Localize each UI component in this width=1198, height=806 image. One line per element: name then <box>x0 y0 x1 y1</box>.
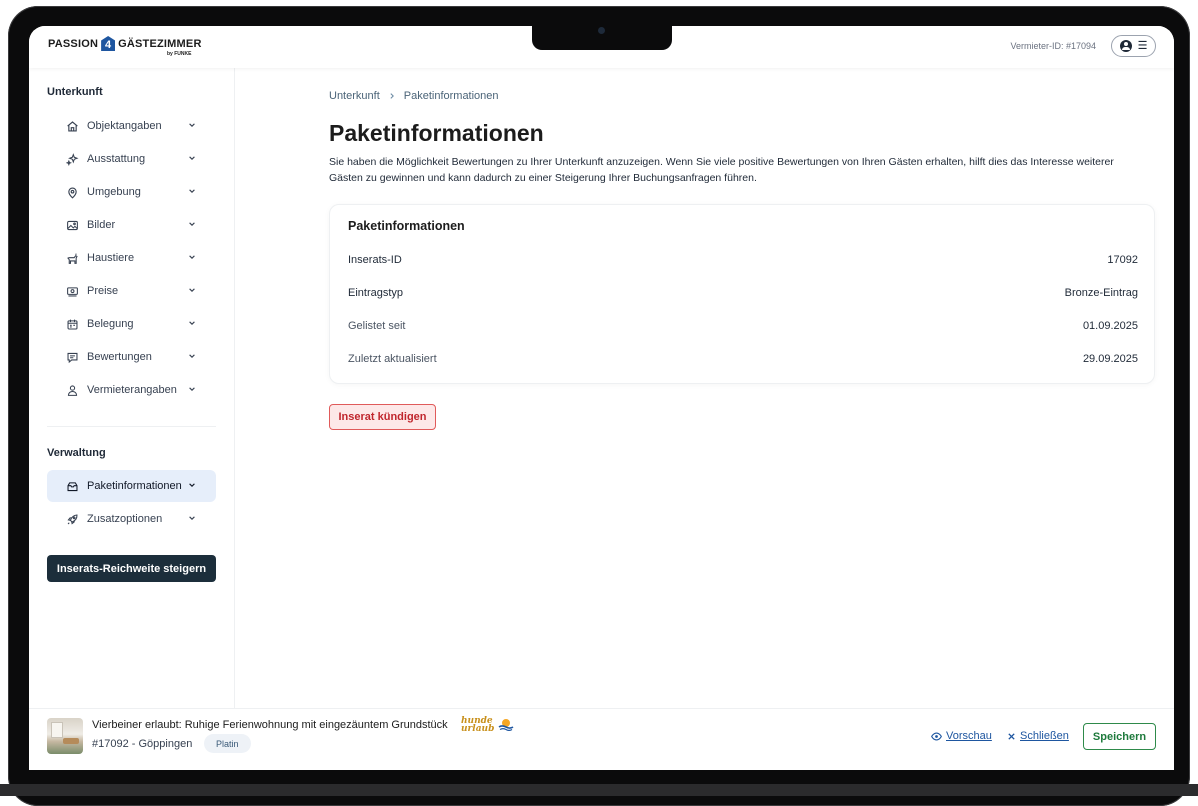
sidebar-item-vermieterangaben[interactable]: Vermieterangaben <box>47 374 216 406</box>
chevron-right-icon <box>390 93 394 99</box>
image-icon <box>65 218 79 232</box>
chevron-down-icon <box>189 354 195 358</box>
device-bezel-bottom <box>0 784 1198 796</box>
sparkles-icon <box>65 152 79 166</box>
sidebar-item-label: Preise <box>87 285 119 297</box>
package-info-card: Paketinformationen Inserats-ID 17092 Ein… <box>329 204 1155 384</box>
listing-title: Vierbeiner erlaubt: Ruhige Ferienwohnung… <box>92 719 448 731</box>
sidebar-item-bewertungen[interactable]: Bewertungen <box>47 341 216 373</box>
preview-link[interactable]: Vorschau <box>931 730 992 742</box>
hundeurlaub-badge: hunde urlaub <box>461 717 495 734</box>
info-row-entry-type: Eintragstyp Bronze-Eintrag <box>348 283 1138 303</box>
sidebar-item-label: Paketinformationen <box>87 480 182 492</box>
chevron-down-icon <box>189 189 195 193</box>
info-value: 29.09.2025 <box>1082 353 1138 365</box>
info-label: Inserats-ID <box>348 254 402 266</box>
sidebar-item-label: Zusatzoptionen <box>87 513 163 525</box>
info-row-listing-id: Inserats-ID 17092 <box>348 250 1138 270</box>
close-icon <box>1008 732 1015 740</box>
sidebar-item-label: Haustiere <box>87 252 135 264</box>
main-content: Unterkunft Paketinformationen Paketinfor… <box>235 68 1174 708</box>
vermieter-id: Vermieter-ID: #17094 <box>1010 41 1096 51</box>
hundeurlaub-badge-line2: urlaub <box>461 724 495 734</box>
logo-text-left: PASSION <box>48 37 99 50</box>
pet-icon <box>65 251 79 265</box>
hamburger-menu-icon: ☰ <box>1137 39 1148 52</box>
user-avatar-icon <box>1119 40 1132 52</box>
section-title-verwaltung: Verwaltung <box>47 447 106 459</box>
sidebar-item-objektangaben[interactable]: Objektangaben <box>47 110 216 142</box>
sidebar-item-ausstattung[interactable]: Ausstattung <box>47 143 216 175</box>
package-icon <box>65 479 79 493</box>
calendar-icon <box>65 317 79 331</box>
chevron-down-icon <box>189 321 195 325</box>
chevron-down-icon <box>189 288 195 292</box>
chevron-down-icon <box>189 222 195 226</box>
info-value: 01.09.2025 <box>1082 320 1138 332</box>
card-title: Paketinformationen <box>348 219 465 233</box>
logo-text-right: GÄSTEZIMMER <box>118 37 202 50</box>
breadcrumb-item-unterkunft[interactable]: Unterkunft <box>329 90 380 102</box>
sidebar-divider <box>47 426 216 427</box>
sidebar-item-belegung[interactable]: Belegung <box>47 308 216 340</box>
listing-footer-bar: Vierbeiner erlaubt: Ruhige Ferienwohnung… <box>29 708 1174 770</box>
page-title: Paketinformationen <box>329 120 544 146</box>
plan-badge: Platin <box>204 734 251 753</box>
close-link[interactable]: Schließen <box>1007 730 1069 742</box>
chevron-down-icon <box>189 387 195 391</box>
chevron-down-icon <box>189 483 195 487</box>
info-label: Eintragstyp <box>348 287 404 299</box>
location-pin-icon <box>65 185 79 199</box>
breadcrumb-item-current: Paketinformationen <box>403 90 499 102</box>
sidebar-item-umgebung[interactable]: Umgebung <box>47 176 216 208</box>
sidebar-item-label: Belegung <box>87 318 134 330</box>
preview-label: Vorschau <box>946 730 992 742</box>
sidebar-item-bilder[interactable]: Bilder <box>47 209 216 241</box>
chevron-down-icon <box>189 156 195 160</box>
breadcrumb: Unterkunft Paketinformationen <box>329 90 499 102</box>
info-label: Gelistet seit <box>348 320 406 332</box>
listing-thumbnail <box>47 718 83 754</box>
rocket-icon <box>65 512 79 526</box>
sidebar-item-zusatzoptionen[interactable]: Zusatzoptionen <box>47 503 216 535</box>
logo-house-icon: 4 <box>101 36 116 51</box>
money-icon <box>65 284 79 298</box>
chevron-down-icon <box>189 255 195 259</box>
person-icon <box>65 383 79 397</box>
home-icon <box>65 119 79 133</box>
section-title-unterkunft: Unterkunft <box>47 86 103 98</box>
user-menu-button[interactable]: ☰ <box>1111 35 1156 57</box>
sidebar-item-preise[interactable]: Preise <box>47 275 216 307</box>
app-screen: PASSION 4 GÄSTEZIMMER by FUNKE Vermieter… <box>29 26 1174 770</box>
info-value: 17092 <box>1107 254 1138 266</box>
info-label: Zuletzt aktualisiert <box>348 353 437 365</box>
logo-subtitle: by FUNKE <box>167 51 192 57</box>
sun-wave-badge-icon <box>498 719 514 731</box>
info-row-last-updated: Zuletzt aktualisiert 29.09.2025 <box>348 349 1138 369</box>
increase-reach-button[interactable]: Inserats-Reichweite steigern <box>47 555 216 582</box>
sidebar-item-paketinformationen[interactable]: Paketinformationen <box>47 470 216 502</box>
sidebar-item-label: Ausstattung <box>87 153 146 165</box>
info-row-listed-since: Gelistet seit 01.09.2025 <box>348 316 1138 336</box>
sidebar: Unterkunft Objektangaben Ausstattung Umg… <box>29 68 235 708</box>
sidebar-item-label: Objektangaben <box>87 120 162 132</box>
sidebar-item-label: Vermieterangaben <box>87 384 177 396</box>
chat-icon <box>65 350 79 364</box>
listing-meta: #17092 - Göppingen <box>92 738 193 750</box>
sidebar-item-haustiere[interactable]: Haustiere <box>47 242 216 274</box>
camera-icon <box>598 27 605 34</box>
save-button[interactable]: Speichern <box>1083 723 1156 750</box>
info-value: Bronze-Eintrag <box>1064 287 1138 299</box>
sidebar-item-label: Bilder <box>87 219 116 231</box>
sidebar-item-label: Umgebung <box>87 186 141 198</box>
eye-icon <box>931 732 942 740</box>
close-label: Schließen <box>1020 730 1069 742</box>
cancel-listing-button[interactable]: Inserat kündigen <box>329 404 436 430</box>
page-description: Sie haben die Möglichkeit Bewertungen zu… <box>329 156 1114 184</box>
sidebar-item-label: Bewertungen <box>87 351 152 363</box>
brand-logo[interactable]: PASSION 4 GÄSTEZIMMER <box>48 36 202 51</box>
chevron-down-icon <box>189 516 195 520</box>
chevron-down-icon <box>189 123 195 127</box>
